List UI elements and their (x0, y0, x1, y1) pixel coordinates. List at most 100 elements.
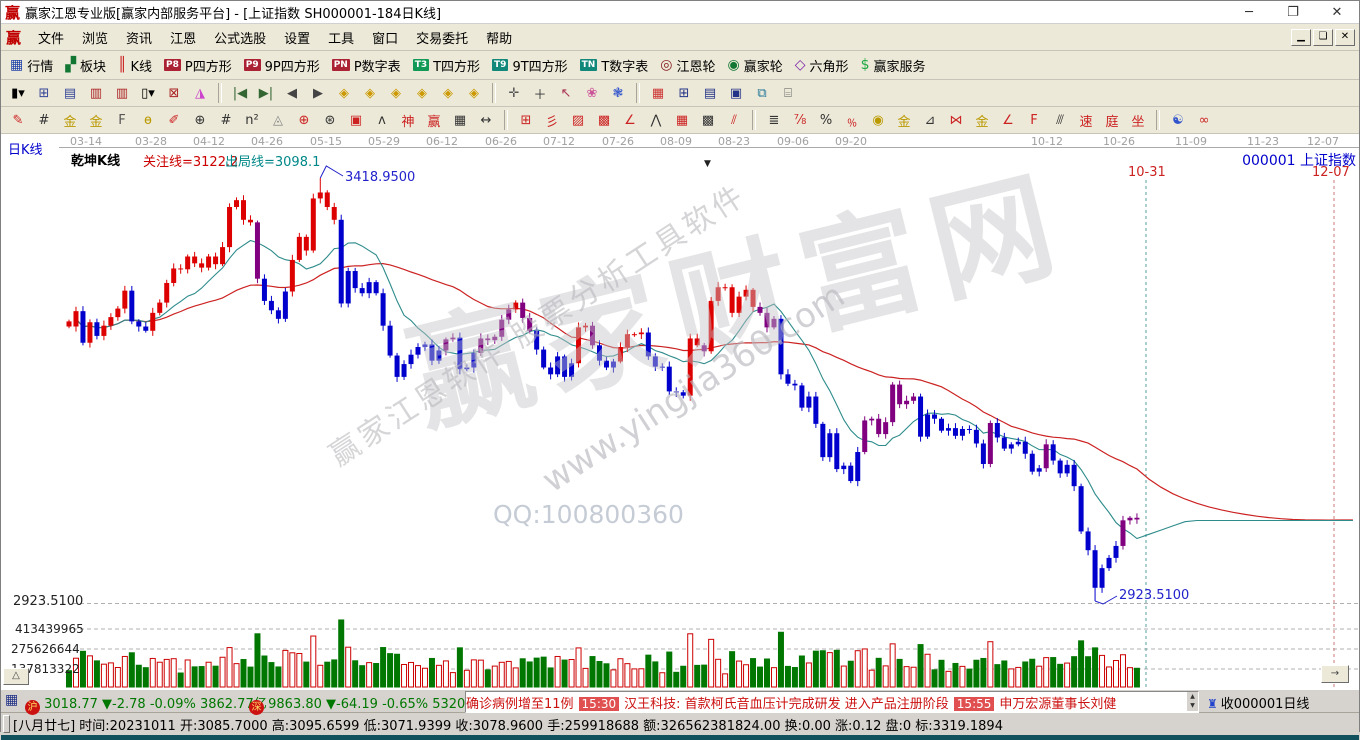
toolbar-winner-wheel-button[interactable]: ◉赢家轮 (723, 53, 790, 78)
menu-文件[interactable]: 文件 (29, 25, 73, 50)
fibonacci-icon[interactable]: F (110, 109, 134, 131)
diamond-expand-h-icon[interactable]: ◈ (384, 82, 408, 104)
brain-pink-icon[interactable]: ❀ (580, 82, 604, 104)
chart-area[interactable]: 03-1403-2804-1204-2605-1505-2906-1206-26… (1, 134, 1359, 689)
share-icon[interactable]: ⧉ (750, 82, 774, 104)
scroll-right-button[interactable]: → (1321, 665, 1349, 683)
diamond-collapse-v-icon[interactable]: ◈ (462, 82, 486, 104)
gold-grid-2-icon[interactable]: 金 (84, 109, 108, 131)
window-split-icon[interactable]: ⊞ (514, 109, 538, 131)
candle-style-icon[interactable]: ▮▾ (6, 82, 30, 104)
j-angle-icon[interactable]: ∠ (996, 109, 1020, 131)
percent-7-icon[interactable]: ⅞ (788, 109, 812, 131)
bars-9-icon[interactable]: ▥ (110, 82, 134, 104)
v-line-icon[interactable]: ⋀ (644, 109, 668, 131)
f-angle-icon[interactable]: F (1022, 109, 1046, 131)
gann-circle-icon[interactable]: ⊕ (292, 109, 316, 131)
toolbar-winner-service-button[interactable]: $赢家服务 (856, 53, 933, 78)
toolbar-t-number-table-button[interactable]: TNT数字表 (575, 53, 656, 78)
gold-circle-icon[interactable]: ◉ (866, 109, 890, 131)
goto-last-icon[interactable]: ▶| (254, 82, 278, 104)
toolbar-kline-button[interactable]: ║K线 (113, 53, 159, 78)
pulse-icon[interactable]: ʌ (370, 109, 394, 131)
width-measure-icon[interactable]: ↔ (474, 109, 498, 131)
toolbar-p-number-table-button[interactable]: PNP数字表 (327, 53, 408, 78)
shade-box-1-icon[interactable]: ▨ (566, 109, 590, 131)
circle-cross-icon[interactable]: ⊕ (188, 109, 212, 131)
toolbar-quotes-button[interactable]: ▦行情 (5, 53, 60, 78)
angle-cone-icon[interactable]: ◬ (266, 109, 290, 131)
pointer-tool-icon[interactable]: ↖ (554, 82, 578, 104)
news-scroll-buttons[interactable]: ▲▼ (1187, 692, 1198, 711)
menu-工具[interactable]: 工具 (319, 25, 363, 50)
fan-lines-icon[interactable]: 彡 (540, 109, 564, 131)
minimize-button[interactable]: ─ (1227, 5, 1271, 20)
gold-angle-icon[interactable]: 金 (970, 109, 994, 131)
zuo-line-icon[interactable]: 坐 (1126, 109, 1150, 131)
bars-3-icon[interactable]: ▥ (84, 82, 108, 104)
draw-pen-2-icon[interactable]: ✐ (162, 109, 186, 131)
toolbar-gann-wheel-button[interactable]: ◎江恩轮 (655, 53, 722, 78)
diamond-expand-v-icon[interactable]: ◈ (436, 82, 460, 104)
save-icon[interactable]: ▣ (724, 82, 748, 104)
calculator-icon[interactable]: ⊞ (672, 82, 696, 104)
menu-公式选股[interactable]: 公式选股 (205, 25, 275, 50)
menu-浏览[interactable]: 浏览 (73, 25, 117, 50)
diamond-left-icon[interactable]: ◈ (332, 82, 356, 104)
grid-plain-icon[interactable]: # (32, 109, 56, 131)
notes-icon[interactable]: ▤ (698, 82, 722, 104)
n-square-icon[interactable]: n² (240, 109, 264, 131)
expand-pane-button[interactable]: △ (3, 668, 29, 685)
gann-box-icon[interactable]: ▣ (344, 109, 368, 131)
toolbar-sectors-button[interactable]: ▞板块 (60, 53, 113, 78)
spiral-icon[interactable]: ɵ (136, 109, 160, 131)
diamond-right-icon[interactable]: ◈ (358, 82, 382, 104)
percent-icon[interactable]: % (814, 109, 838, 131)
candle-drop-icon[interactable]: ▯▾ (136, 82, 160, 104)
shen-tool-icon[interactable]: 神 (396, 109, 420, 131)
gann-star-icon[interactable]: ⊛ (318, 109, 342, 131)
goto-first-icon[interactable]: |◀ (228, 82, 252, 104)
pattern-red-icon[interactable]: ⊠ (162, 82, 186, 104)
ting-line-icon[interactable]: 庭 (1100, 109, 1124, 131)
calendar-icon[interactable]: ▦ (646, 82, 670, 104)
toolbar-p-square-button[interactable]: P8P四方形 (159, 53, 239, 78)
ying-tool-icon[interactable]: 赢 (422, 109, 446, 131)
yinyang-icon[interactable]: ☯ (1166, 109, 1190, 131)
ruler-grid-icon[interactable]: ▦ (448, 109, 472, 131)
su-line-icon[interactable]: 速 (1074, 109, 1098, 131)
angle-line-icon[interactable]: ∠ (618, 109, 642, 131)
child-restore-button[interactable]: ❏ (1313, 29, 1333, 46)
gold-grid-1-icon[interactable]: 金 (58, 109, 82, 131)
menu-资讯[interactable]: 资讯 (117, 25, 161, 50)
draw-pen-icon[interactable]: ✎ (6, 109, 30, 131)
infinity-icon[interactable]: ∞ (1192, 109, 1216, 131)
brain-blue-icon[interactable]: ❃ (606, 82, 630, 104)
list-levels-icon[interactable]: ≣ (762, 109, 786, 131)
grid-dark-icon[interactable]: ▩ (696, 109, 720, 131)
menu-江恩[interactable]: 江恩 (161, 25, 205, 50)
gold-line-icon[interactable]: 金 (892, 109, 916, 131)
toolbar-t-square-button[interactable]: T3T四方形 (408, 53, 487, 78)
next-bar-icon[interactable]: ▶ (306, 82, 330, 104)
close-button[interactable]: ✕ (1315, 5, 1359, 20)
calendar-icon[interactable]: ▦ (5, 692, 18, 708)
parallel-lines-icon[interactable]: ⫽ (722, 109, 746, 131)
toolbar-hexagon-button[interactable]: ◇六角形 (790, 53, 856, 78)
menu-交易委托[interactable]: 交易委托 (407, 25, 477, 50)
shade-box-2-icon[interactable]: ▩ (592, 109, 616, 131)
child-close-button[interactable]: ✕ (1335, 29, 1355, 46)
restore-button[interactable]: ❐ (1271, 5, 1315, 20)
crosshair-icon[interactable]: ＋ (528, 82, 552, 104)
trend-cross-icon[interactable]: ⋈ (944, 109, 968, 131)
menu-设置[interactable]: 设置 (275, 25, 319, 50)
brush-angle-icon[interactable]: ⊿ (918, 109, 942, 131)
print-icon[interactable]: ⌸ (776, 82, 800, 104)
grid-red-icon[interactable]: ▦ (670, 109, 694, 131)
diamond-collapse-h-icon[interactable]: ◈ (410, 82, 434, 104)
child-minimize-button[interactable]: ▁ (1291, 29, 1311, 46)
kline-chart-canvas[interactable] (1, 134, 1359, 689)
info-doc-icon[interactable]: ▤ (58, 82, 82, 104)
news-ticker[interactable]: 确诊病例增至11例15:30汉王科技: 首款柯氏音血压计完成研发 进入产品注册阶… (465, 691, 1199, 713)
gradient-icon[interactable]: ◮ (188, 82, 212, 104)
